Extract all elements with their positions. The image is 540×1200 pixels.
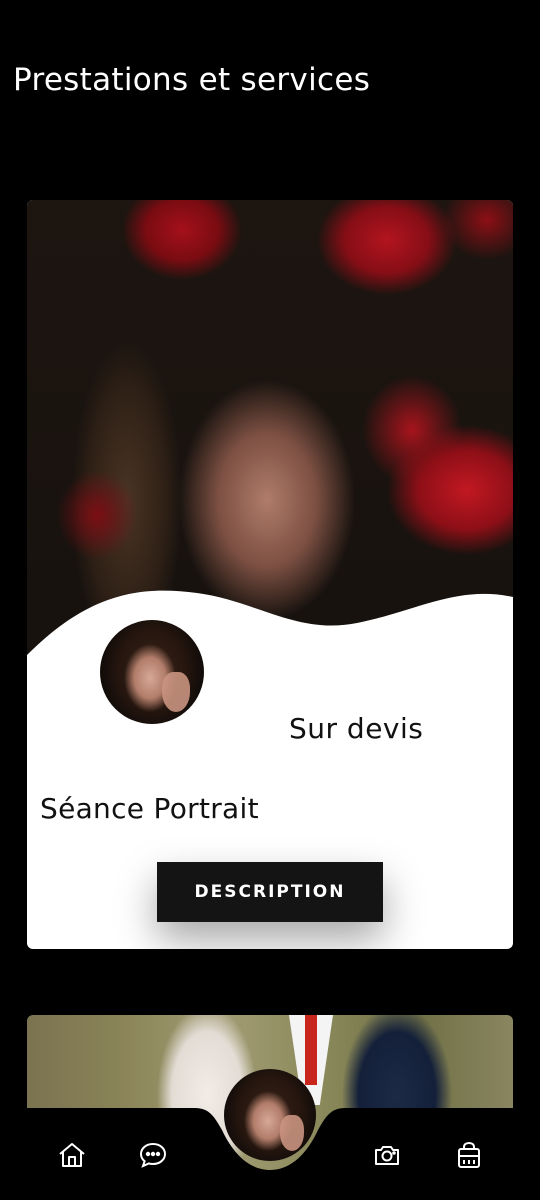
camera-icon[interactable] [370, 1138, 404, 1172]
chat-icon[interactable] [136, 1138, 170, 1172]
shop-icon[interactable] [452, 1138, 486, 1172]
bottom-nav [0, 1069, 540, 1200]
home-icon[interactable] [55, 1138, 89, 1172]
wave-divider [27, 590, 513, 665]
service-price: Sur devis [289, 712, 424, 745]
service-card[interactable]: Sur devis Séance Portrait DESCRIPTION [27, 200, 513, 949]
description-button[interactable]: DESCRIPTION [157, 862, 383, 922]
page-title: Prestations et services [13, 62, 371, 98]
service-name: Séance Portrait [40, 792, 259, 825]
profile-avatar-button[interactable] [224, 1069, 316, 1161]
service-avatar [100, 620, 204, 724]
